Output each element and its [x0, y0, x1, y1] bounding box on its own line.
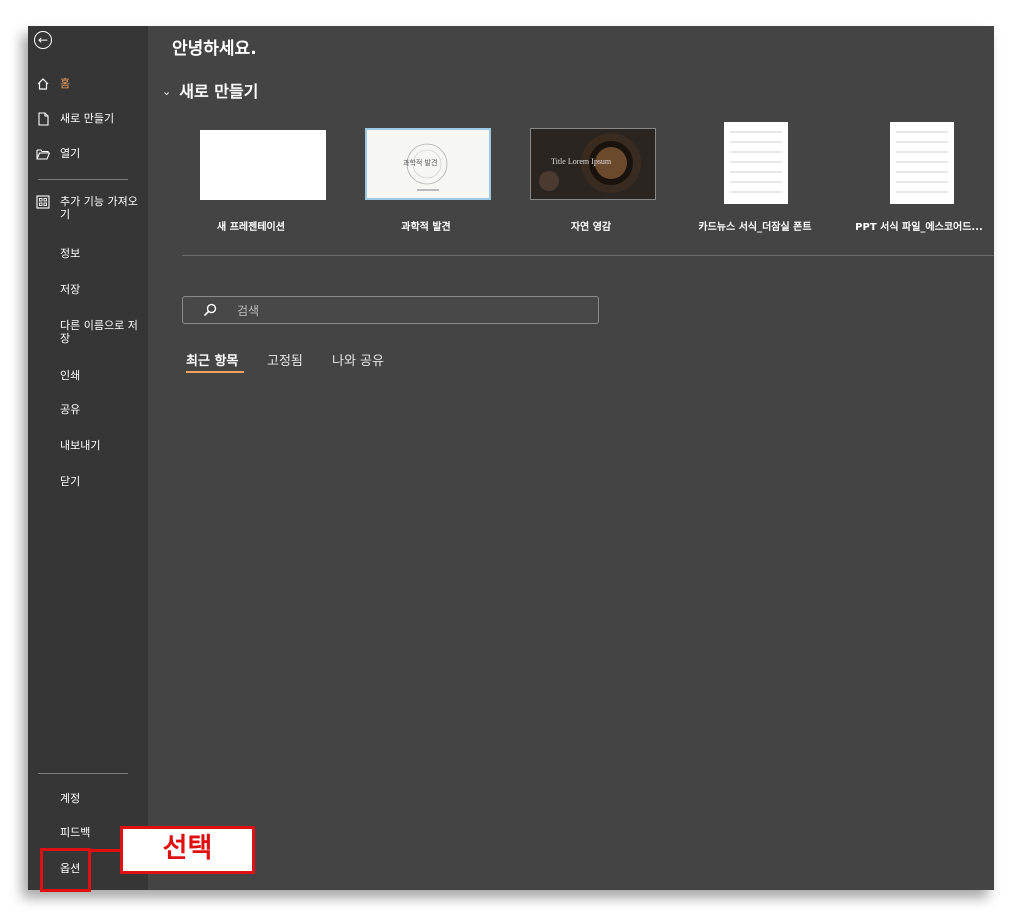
template-caption: 자연 영감: [570, 222, 612, 233]
page-title: 안녕하세요.: [172, 39, 257, 59]
sidebar-item-label: 피드백: [60, 826, 91, 839]
template-thumbnail: [890, 122, 954, 204]
tab-pinned[interactable]: 고정됨: [267, 350, 303, 369]
options-highlight-box: [40, 848, 91, 892]
callout-connector: [90, 849, 120, 852]
new-section-title: 새로 만들기: [179, 82, 259, 101]
sidebar-footer-divider: [38, 773, 128, 774]
active-tab-indicator: [186, 371, 244, 373]
select-callout: 선택: [120, 826, 255, 874]
tab-shared-with-me[interactable]: 나와 공유: [332, 350, 384, 369]
sidebar-item-label: 정보: [60, 247, 81, 260]
sidebar-item-label: 인쇄: [60, 369, 81, 382]
sidebar-item-label: 계정: [60, 792, 81, 805]
tab-recent[interactable]: 최근 항목: [186, 350, 244, 373]
tab-label: 최근 항목: [186, 354, 239, 369]
sidebar-divider: [38, 179, 128, 180]
arrow-left-circle-icon: ←: [37, 33, 49, 47]
section-divider: [182, 255, 994, 256]
back-button[interactable]: ←: [34, 31, 52, 49]
template-caption: 카드뉴스 서식_더잠실 폰트: [698, 222, 812, 233]
search-icon: [203, 303, 217, 317]
chevron-down-icon: ⌄: [162, 85, 172, 98]
search-box[interactable]: [182, 296, 599, 324]
tab-label: 나와 공유: [332, 354, 384, 369]
folder-open-icon: [36, 149, 50, 160]
new-section-header[interactable]: ⌄ 새로 만들기: [162, 78, 258, 102]
sidebar: ← 홈 새로 만들기 열기 추가 기능 가져오기 정보 저장 다른 이름으로 저…: [28, 26, 148, 890]
sidebar-item-label: 다른 이름으로 저장: [60, 319, 138, 345]
template-caption: 과학적 발견: [401, 222, 451, 233]
sidebar-item-label: 새로 만들기: [60, 112, 115, 125]
backstage-window: ← 홈 새로 만들기 열기 추가 기능 가져오기 정보 저장 다른 이름으로 저…: [28, 26, 994, 890]
search-input[interactable]: [235, 301, 579, 321]
sidebar-item-label: 닫기: [60, 475, 81, 488]
template-thumbnail: [724, 122, 788, 204]
template-thumbnail: [200, 130, 326, 200]
home-icon: [37, 78, 49, 90]
add-ins-grid-icon: [36, 195, 50, 209]
sidebar-item-label: 홈: [60, 77, 71, 90]
document-lines-icon: [896, 131, 948, 193]
new-document-icon: [38, 112, 49, 126]
sidebar-item-label: 공유: [60, 403, 81, 416]
sidebar-item-label: 열기: [60, 147, 81, 160]
sidebar-item-label: 추가 기능 가져오기: [60, 195, 138, 221]
template-thumb-title: 과학적 발견: [403, 159, 438, 167]
template-caption: PPT 서식 파일_에스코어드...: [855, 222, 983, 233]
tab-label: 고정됨: [267, 354, 303, 369]
template-caption: 새 프레젠테이션: [217, 222, 285, 233]
template-thumbnail: Title Lorem Ipsum: [530, 128, 656, 200]
document-lines-icon: [730, 131, 782, 193]
template-thumb-title: Title Lorem Ipsum: [551, 157, 612, 166]
main-content: 안녕하세요. ⌄ 새로 만들기 새 프레젠테이션 과학적 발견 과학적 발견 T…: [148, 26, 994, 890]
template-thumbnail: 과학적 발견: [365, 128, 491, 200]
sidebar-item-label: 저장: [60, 283, 81, 296]
sidebar-item-label: 내보내기: [60, 439, 101, 452]
